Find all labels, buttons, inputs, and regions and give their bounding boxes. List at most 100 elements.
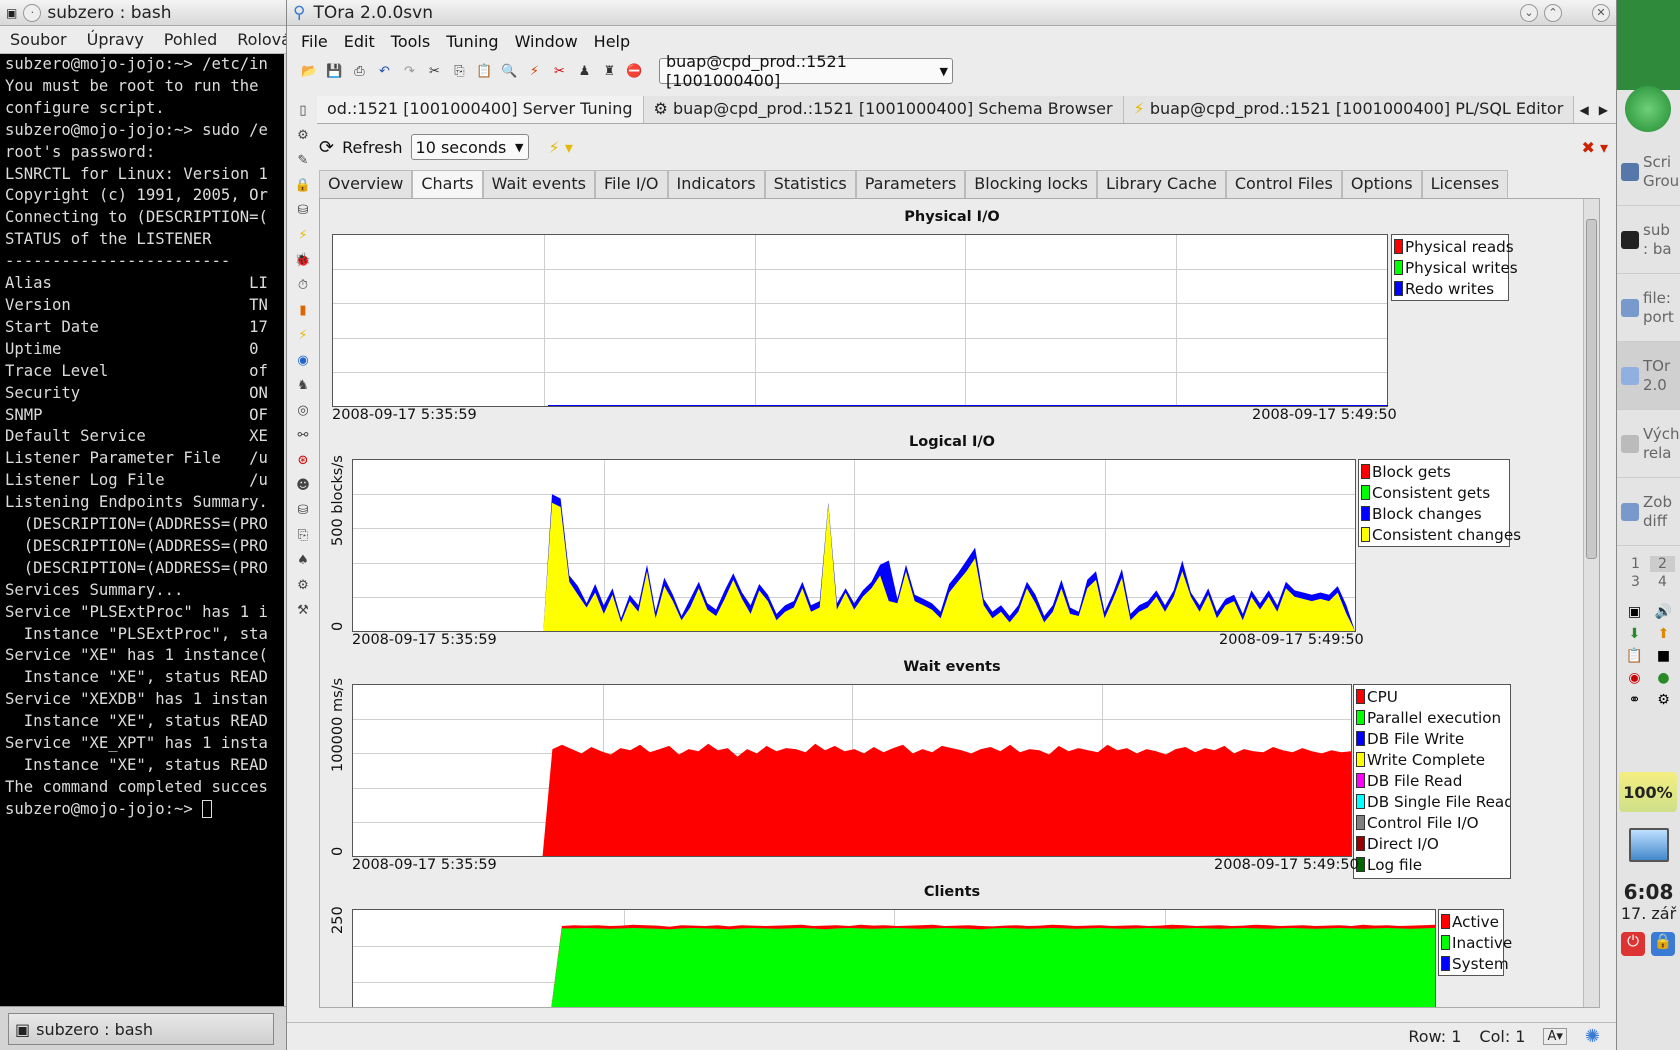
task-file[interactable]: file: port: [1617, 274, 1680, 342]
tab-plsql-editor[interactable]: ⚡ buap@cpd_prod.:1521 [1001000400] PL/SQ…: [1123, 96, 1575, 123]
tray-kde-icon[interactable]: ⚙: [1652, 692, 1675, 708]
cut-icon[interactable]: ✂: [424, 61, 445, 82]
session-tab[interactable]: ▣ subzero : bash: [8, 1013, 274, 1045]
invalid-objects-icon[interactable]: ⚙: [291, 573, 315, 598]
tab-scroll-left-icon[interactable]: ◀: [1580, 103, 1589, 117]
tab-file-io[interactable]: File I/O: [594, 170, 668, 198]
stats-icon[interactable]: ▮: [291, 298, 315, 323]
security-icon[interactable]: ♞: [291, 373, 315, 398]
menu-tools[interactable]: Tools: [383, 32, 438, 51]
tray-window-icon[interactable]: ■: [1652, 648, 1675, 664]
connection-select[interactable]: buap@cpd_prod.:1521 [1001000400] ▼: [659, 52, 953, 90]
tab-statistics[interactable]: Statistics: [764, 170, 856, 198]
tray-volume-icon[interactable]: 🔊: [1652, 604, 1675, 620]
tab-charts[interactable]: Charts: [412, 170, 483, 198]
tray-network-icon[interactable]: ⚭: [1623, 692, 1646, 708]
analyze-icon[interactable]: ⚡: [291, 323, 315, 348]
debug-icon[interactable]: 🐞: [291, 248, 315, 273]
session-icon[interactable]: ◎: [291, 398, 315, 423]
close-icon[interactable]: ✕: [1592, 3, 1610, 22]
tora-titlebar[interactable]: ⚲ TOra 2.0.0svn ⌄ ⌃ ✕: [287, 0, 1616, 26]
tray-download-icon[interactable]: ⬇: [1623, 626, 1646, 642]
save-icon[interactable]: 💾: [324, 61, 345, 82]
desktop-1[interactable]: 1: [1623, 556, 1648, 572]
tab-options[interactable]: Options: [1341, 170, 1422, 198]
new-sheet-icon[interactable]: ▯: [291, 98, 315, 123]
tray-disk-icon[interactable]: ▣: [1623, 604, 1646, 620]
users-icon[interactable]: ☻: [291, 473, 315, 498]
connect-icon[interactable]: ⚡: [524, 61, 545, 82]
open-icon[interactable]: 📂: [299, 61, 320, 82]
battery-indicator[interactable]: 100%: [1619, 772, 1677, 812]
menu-soubor[interactable]: Soubor: [0, 30, 77, 49]
terminal-screen[interactable]: subzero@mojo-jojo:~> /etc/in You must be …: [0, 54, 284, 1006]
task-tora[interactable]: TOr 2.0: [1617, 342, 1680, 410]
desktop-2[interactable]: 2: [1650, 556, 1675, 572]
menu-edit[interactable]: Edit: [336, 32, 383, 51]
desktop-4[interactable]: 4: [1650, 574, 1675, 590]
pager[interactable]: 1234: [1623, 556, 1675, 590]
refresh-icon[interactable]: ⟳: [319, 137, 334, 158]
print-icon[interactable]: ⎙: [349, 61, 370, 82]
task-scribus[interactable]: Scri Grou: [1617, 138, 1680, 206]
menu-tuning[interactable]: Tuning: [438, 32, 506, 51]
database-icon[interactable]: ⛁: [291, 198, 315, 223]
disconnect-icon[interactable]: ✂: [549, 61, 570, 82]
copy-table-icon[interactable]: ⎘: [291, 523, 315, 548]
lock-screen-icon[interactable]: 🔒: [1651, 932, 1675, 956]
logout-icon[interactable]: ⏻: [1621, 932, 1645, 956]
scrollbar-thumb[interactable]: [1586, 219, 1597, 559]
commit-icon[interactable]: ♟: [574, 61, 595, 82]
rollback-segments-icon[interactable]: ⊛: [291, 448, 315, 473]
tab-blocking-locks[interactable]: Blocking locks: [965, 170, 1098, 198]
rollback-icon[interactable]: ♜: [599, 61, 620, 82]
tab-parameters[interactable]: Parameters: [855, 170, 966, 198]
undo-icon[interactable]: ↶: [374, 61, 395, 82]
tray-clipboard-icon[interactable]: 📋: [1623, 648, 1646, 664]
tuning-icon[interactable]: ⚡: [291, 223, 315, 248]
lock-icon[interactable]: 🔒: [291, 173, 315, 198]
sql-editor-icon[interactable]: ✎: [291, 148, 315, 173]
stop-icon[interactable]: ⛔: [624, 61, 645, 82]
tab-control-files[interactable]: Control Files: [1225, 170, 1342, 198]
globe-icon[interactable]: ◉: [291, 348, 315, 373]
task-vychozi[interactable]: Vých rela: [1617, 410, 1680, 478]
tab-indicators[interactable]: Indicators: [667, 170, 765, 198]
task-zobrazit[interactable]: Zob diff: [1617, 478, 1680, 546]
search-icon[interactable]: 🔍: [499, 61, 520, 82]
tab-library-cache[interactable]: Library Cache: [1097, 170, 1226, 198]
tuning-action-icon[interactable]: ⚡ ▾: [549, 138, 573, 157]
terminal-titlebar[interactable]: ▣ · subzero : bash: [0, 0, 286, 26]
menu-help[interactable]: Help: [586, 32, 638, 51]
tab-licenses[interactable]: Licenses: [1421, 170, 1509, 198]
schema-icon[interactable]: ⚙: [291, 123, 315, 148]
tray-skype-icon[interactable]: ◉: [1623, 670, 1646, 686]
menu-file[interactable]: File: [293, 32, 336, 51]
tray-suse-icon[interactable]: ●: [1652, 670, 1675, 686]
backup-icon[interactable]: ⛁: [291, 498, 315, 523]
refresh-interval-select[interactable]: 10 seconds ▼: [410, 134, 529, 160]
pin-icon[interactable]: ·: [23, 3, 42, 22]
tray-update-icon[interactable]: ⬆: [1652, 626, 1675, 642]
key-icon[interactable]: ♠: [291, 548, 315, 573]
screen-icon[interactable]: [1629, 828, 1669, 862]
desktop-3[interactable]: 3: [1623, 574, 1648, 590]
charts-scrollbar[interactable]: [1583, 199, 1599, 1007]
timer-icon[interactable]: ⏱: [291, 273, 315, 298]
menu-pohled[interactable]: Pohled: [154, 30, 227, 49]
tab-overview[interactable]: Overview: [319, 170, 413, 198]
tab-server-tuning[interactable]: od.:1521 [1001000400] Server Tuning: [317, 96, 644, 123]
minimize-icon[interactable]: ⌄: [1520, 3, 1538, 22]
redo-icon[interactable]: ↷: [399, 61, 420, 82]
menu-upravy[interactable]: Úpravy: [77, 30, 154, 49]
tab-schema-browser[interactable]: ⚙ buap@cpd_prod.:1521 [1001000400] Schem…: [643, 96, 1124, 123]
tab-scroll-right-icon[interactable]: ▶: [1599, 103, 1608, 117]
start-menu-icon[interactable]: [1625, 86, 1671, 132]
sga-trace-icon[interactable]: ⚒: [291, 598, 315, 623]
task-terminal[interactable]: sub : ba: [1617, 206, 1680, 274]
maximize-icon[interactable]: ⌃: [1544, 3, 1562, 22]
clock[interactable]: 6:08 17. zář: [1617, 880, 1680, 923]
tab-wait-events[interactable]: Wait events: [482, 170, 595, 198]
copy-icon[interactable]: ⎘: [449, 61, 470, 82]
paste-icon[interactable]: 📋: [474, 61, 495, 82]
